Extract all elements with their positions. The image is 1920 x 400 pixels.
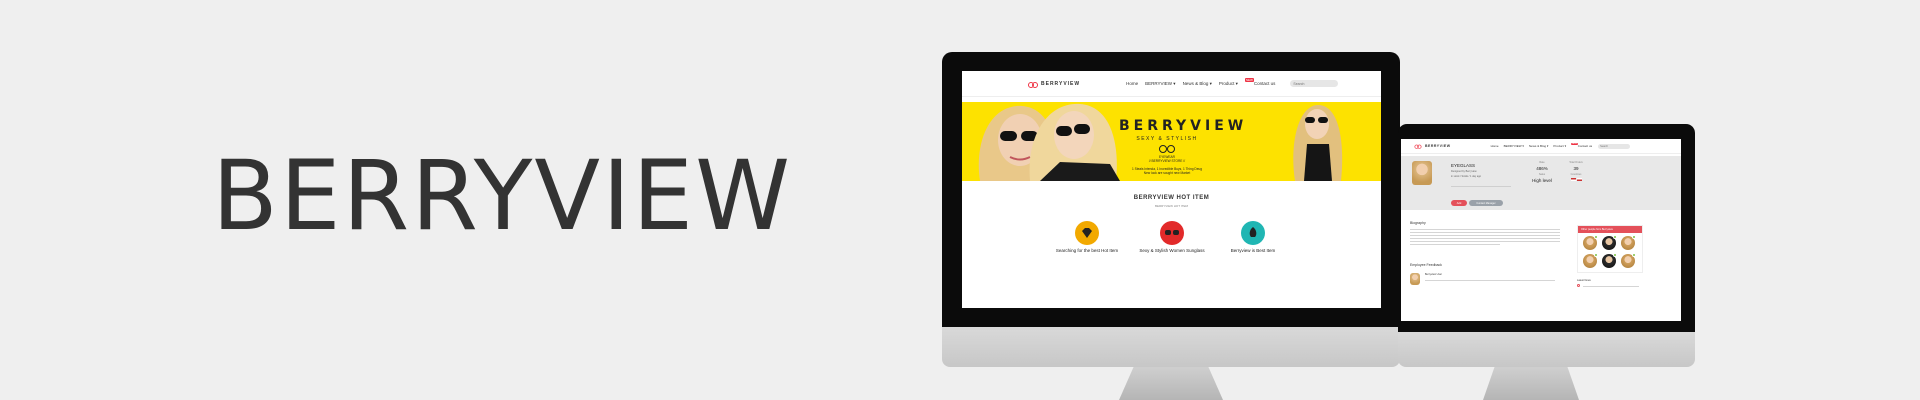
hero-subtitle: SEXY & STYLISH <box>1136 136 1198 142</box>
nav-home[interactable]: Home <box>1491 144 1499 148</box>
nav-contact[interactable]: Contact us <box>1254 81 1276 86</box>
nav-berryview[interactable]: BERRYVIEW ▾ <box>1504 144 1524 148</box>
feature-label: Berryview is Best Item <box>1230 248 1276 253</box>
rocket-icon <box>1241 221 1265 245</box>
glasses-icon <box>1159 145 1175 153</box>
second-monitor: BERRYVIEW Home BERRYVIEW ▾ News & Blog ▾… <box>1398 124 1695 367</box>
stat-label: Rate <box>1539 161 1545 164</box>
form-line <box>1451 186 1511 187</box>
stat-value: 486% <box>1536 166 1548 171</box>
level-value: High level <box>1532 178 1552 183</box>
desktop-logo-text: BERRYVIEW <box>1041 80 1081 87</box>
stat-sub: Sales <box>1538 173 1546 176</box>
hot-item-title: BERRYVIEW HOT ITEM <box>1133 195 1210 201</box>
contact-manager-button[interactable]: Contact Manager <box>1469 200 1503 206</box>
nav-home[interactable]: Home <box>1126 81 1138 86</box>
new-badge: NEW <box>1571 143 1578 145</box>
flag-icon <box>1576 178 1582 181</box>
profile-line-2: in stock / SALE / 1 day ago <box>1451 175 1482 178</box>
person-avatar[interactable] <box>1583 235 1598 250</box>
nav-product[interactable]: Product ▾ NEW <box>1553 143 1578 148</box>
profile-name: EYEGLASS <box>1451 163 1476 168</box>
person-avatar[interactable] <box>1621 253 1636 268</box>
brand-title: BERRYVIEW <box>212 140 792 252</box>
hero-line-4: New look are sought new Market <box>1143 171 1191 176</box>
second-chin <box>1398 332 1695 367</box>
second-logo[interactable]: BERRYVIEW <box>1413 144 1451 149</box>
stat-orders: Total Orders 39 Countries <box>1561 161 1591 181</box>
other-people-box: Other people from Berryview <box>1577 225 1643 273</box>
hot-item-subtitle: BERRYVIEW HOT ITEM <box>1154 204 1189 208</box>
biography-heading: Biography <box>1410 221 1426 225</box>
person-avatar[interactable] <box>1583 253 1598 268</box>
nav-news-blog[interactable]: News & Blog ▾ <box>1183 81 1212 87</box>
profile-panel: EYEGLASS Designed by Berryview in stock … <box>1401 156 1681 210</box>
desktop-navbar: BERRYVIEW Home BERRYVIEW ▾ News & Blog ▾… <box>962 71 1381 97</box>
hero-model-right-image <box>1293 104 1343 181</box>
desktop-stand <box>1119 367 1223 400</box>
desktop-chin <box>942 327 1400 367</box>
feature-card[interactable]: Searching for the best Hot Item <box>1052 221 1122 253</box>
glasses-logo-icon <box>1414 144 1422 149</box>
person-avatar[interactable] <box>1621 235 1636 250</box>
nav-product-label: Product ▾ <box>1553 144 1567 148</box>
diamond-icon <box>1075 221 1099 245</box>
desktop-search-input[interactable] <box>1290 80 1339 87</box>
feature-label: Sexy & Stylish Women Sunglass <box>1139 248 1205 253</box>
hero-line-2: // BERRYVIEW STORE // <box>1148 159 1186 164</box>
person-avatar[interactable] <box>1602 235 1617 250</box>
desktop-logo[interactable]: BERRYVIEW <box>1028 80 1081 88</box>
nav-news-blog[interactable]: News & Blog ▾ <box>1529 144 1549 148</box>
second-navbar: BERRYVIEW Home BERRYVIEW ▾ News & Blog ▾… <box>1401 139 1681 154</box>
profile-line-1: Designed by Berryview <box>1451 170 1477 173</box>
hero-text: BERRYVIEW SEXY & STYLISH EYEWEAR // BERR… <box>1119 118 1248 176</box>
second-search-input[interactable] <box>1598 143 1631 149</box>
nav-product[interactable]: Product ▾ NEW <box>1218 77 1254 87</box>
feature-card[interactable]: Berryview is Best Item <box>1218 221 1288 253</box>
biography-text <box>1410 229 1560 247</box>
latest-news-heading: Latest News <box>1577 279 1591 282</box>
other-people-title: Other people from Berryview <box>1578 226 1642 233</box>
second-menu: Home BERRYVIEW ▾ News & Blog ▾ Product ▾… <box>1491 143 1592 148</box>
glasses-logo-icon <box>1028 81 1038 88</box>
news-bullet-icon <box>1577 284 1580 287</box>
feature-card[interactable]: Sexy & Stylish Women Sunglass <box>1137 221 1207 253</box>
stat-label: Total Orders <box>1569 161 1583 164</box>
latest-news-item[interactable] <box>1583 286 1639 289</box>
flag-icon <box>1570 178 1576 181</box>
hero-title: BERRYVIEW <box>1119 118 1248 134</box>
people-grid <box>1578 233 1642 271</box>
second-screen: BERRYVIEW Home BERRYVIEW ▾ News & Blog ▾… <box>1401 139 1681 321</box>
second-bezel: BERRYVIEW Home BERRYVIEW ▾ News & Blog ▾… <box>1398 124 1695 332</box>
hero-banner: BERRYVIEW SEXY & STYLISH EYEWEAR // BERR… <box>962 102 1381 181</box>
second-stand <box>1483 367 1579 400</box>
feature-label: Searching for the best Hot Item <box>1055 248 1119 253</box>
person-avatar[interactable] <box>1602 253 1617 268</box>
feedback-avatar <box>1410 273 1420 285</box>
avatar <box>1412 161 1432 185</box>
new-badge: NEW <box>1244 77 1254 82</box>
second-logo-text: BERRYVIEW <box>1425 144 1451 148</box>
desktop-bezel: BERRYVIEW Home BERRYVIEW ▾ News & Blog ▾… <box>942 52 1400 327</box>
desktop-screen: BERRYVIEW Home BERRYVIEW ▾ News & Blog ▾… <box>962 71 1381 308</box>
stat-rate: Rate 486% Sales High level <box>1527 161 1557 185</box>
stat-sub: Countries <box>1570 173 1582 176</box>
nav-contact[interactable]: Contact us <box>1578 144 1592 148</box>
feedback-name: Berryview User <box>1425 273 1442 276</box>
country-flags <box>1561 178 1591 181</box>
nav-berryview[interactable]: BERRYVIEW ▾ <box>1145 81 1175 87</box>
desktop-monitor: BERRYVIEW Home BERRYVIEW ▾ News & Blog ▾… <box>942 52 1400 367</box>
add-button[interactable]: Add <box>1451 200 1467 206</box>
desktop-menu: Home BERRYVIEW ▾ News & Blog ▾ Product ▾… <box>1126 77 1339 87</box>
hero-models-image <box>978 103 1120 181</box>
nav-product-label: Product ▾ <box>1218 80 1238 86</box>
sunglasses-icon <box>1160 221 1184 245</box>
stat-value: 39 <box>1573 166 1579 171</box>
feedback-text <box>1425 280 1555 283</box>
feedback-heading: Employee Feedback <box>1410 263 1442 267</box>
